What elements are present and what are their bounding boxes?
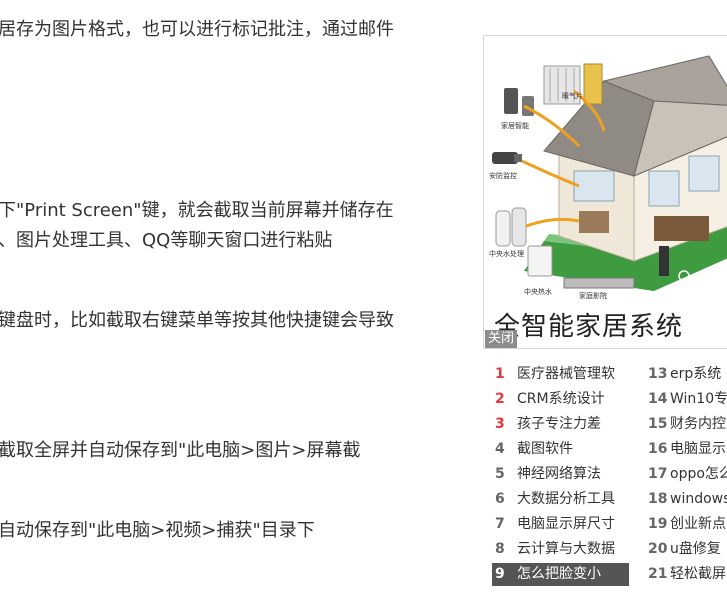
rank-number: 7	[495, 516, 505, 532]
list-item[interactable]: 19 创业新点	[645, 513, 727, 536]
list-item-label: CRM系统设计	[517, 391, 605, 407]
list-item[interactable]: 16 电脑显示	[645, 438, 727, 461]
rank-number: 4	[495, 441, 505, 457]
smart-home-illustration: 暖气片 家居智能 安防监控 中央水处理 中央热水 家庭影院	[484, 36, 727, 301]
list-item[interactable]: 7 电脑显示屏尺寸	[492, 513, 629, 536]
article-line: 、图片处理工具、QQ等聊天窗口进行粘贴	[0, 230, 333, 251]
article-body: 居存为图片格式，也可以进行标记批注，通过邮件 下"Print Screen"键，…	[0, 0, 470, 590]
ad-title[interactable]: 全智能家居系统	[494, 306, 683, 343]
list-item[interactable]: 4 截图软件	[492, 438, 629, 461]
rank-number: 13	[648, 366, 668, 382]
rank-number: 16	[648, 441, 668, 457]
list-item-label: 电脑显示屏尺寸	[517, 516, 615, 532]
rank-number: 19	[648, 516, 668, 532]
list-item-label: 创业新点	[670, 516, 726, 532]
list-item-label: 电脑显示	[670, 441, 726, 457]
list-item-label: windows	[670, 491, 727, 507]
list-item[interactable]: 13 erp系统	[645, 363, 727, 386]
rank-number: 20	[648, 541, 668, 557]
rank-number: 14	[648, 391, 668, 407]
rank-number: 3	[495, 416, 505, 432]
article-line: 居存为图片格式，也可以进行标记批注，通过邮件	[0, 19, 394, 40]
rank-number: 1	[495, 366, 505, 382]
list-item[interactable]: 6 大数据分析工具	[492, 488, 629, 511]
svg-text:安防监控: 安防监控	[489, 171, 517, 180]
rank-number: 18	[648, 491, 668, 507]
list-item[interactable]: 5 神经网络算法	[492, 463, 629, 486]
rank-number: 2	[495, 391, 505, 407]
list-item[interactable]: 20 u盘修复	[645, 538, 727, 561]
svg-text:暖气片: 暖气片	[562, 91, 583, 100]
svg-text:家庭影院: 家庭影院	[579, 291, 607, 300]
list-item-label: oppo怎么	[670, 466, 727, 482]
article-line: 截取全屏并自动保存到"此电脑>图片>屏幕截	[0, 440, 361, 461]
svg-text:家居智能: 家居智能	[501, 121, 529, 130]
list-item-label: 截图软件	[517, 441, 573, 457]
list-item-active[interactable]: 9 怎么把脸变小	[492, 563, 629, 586]
article-line: 下"Print Screen"键，就会截取当前屏幕并储存在	[0, 200, 394, 221]
list-item-label: Win10专	[670, 391, 727, 407]
list-item-label: 医疗器械管理软	[517, 366, 615, 382]
list-item[interactable]: 2 CRM系统设计	[492, 388, 629, 411]
list-item-label: 轻松截屏	[670, 566, 726, 582]
list-item[interactable]: 21 轻松截屏	[645, 563, 727, 586]
list-item-label: u盘修复	[670, 541, 721, 557]
svg-text:中央水处理: 中央水处理	[489, 249, 524, 258]
list-item-label: 云计算与大数据	[517, 541, 615, 557]
rank-number: 9	[495, 566, 505, 582]
list-item-label: erp系统	[670, 366, 722, 382]
rank-number: 17	[648, 466, 668, 482]
rank-number: 8	[495, 541, 505, 557]
rank-number: 5	[495, 466, 505, 482]
svg-text:中央热水: 中央热水	[524, 287, 552, 296]
hot-search-list: 1 医疗器械管理软 2 CRM系统设计 3 孩子专注力差 4 截图软件 5 神经网络算法 …	[492, 362, 727, 592]
list-item-label: 财务内控	[670, 416, 726, 432]
list-item[interactable]: 14 Win10专	[645, 388, 727, 411]
list-item-label: 神经网络算法	[517, 466, 601, 482]
list-item-label: 孩子专注力差	[517, 416, 601, 432]
list-item-label: 怎么把脸变小	[517, 566, 601, 582]
rank-number: 21	[648, 566, 668, 582]
rank-number: 6	[495, 491, 505, 507]
smart-home-ad[interactable]: 暖气片 家居智能 安防监控 中央水处理 中央热水 家庭影院 全智能家居系统 关闭	[483, 35, 727, 349]
list-item[interactable]: 17 oppo怎么	[645, 463, 727, 486]
list-item[interactable]: 3 孩子专注力差	[492, 413, 629, 436]
list-item[interactable]: 1 医疗器械管理软	[492, 363, 629, 386]
list-item[interactable]: 8 云计算与大数据	[492, 538, 629, 561]
rank-number: 15	[648, 416, 668, 432]
list-item[interactable]: 18 windows	[645, 488, 727, 511]
list-item[interactable]: 15 财务内控	[645, 413, 727, 436]
ad-close-button[interactable]: 关闭	[485, 330, 518, 348]
list-item-label: 大数据分析工具	[517, 491, 615, 507]
article-line: 自动保存到"此电脑>视频>捕获"目录下	[0, 520, 315, 541]
article-line: 键盘时，比如截取右键菜单等按其他快捷键会导致	[0, 310, 394, 331]
